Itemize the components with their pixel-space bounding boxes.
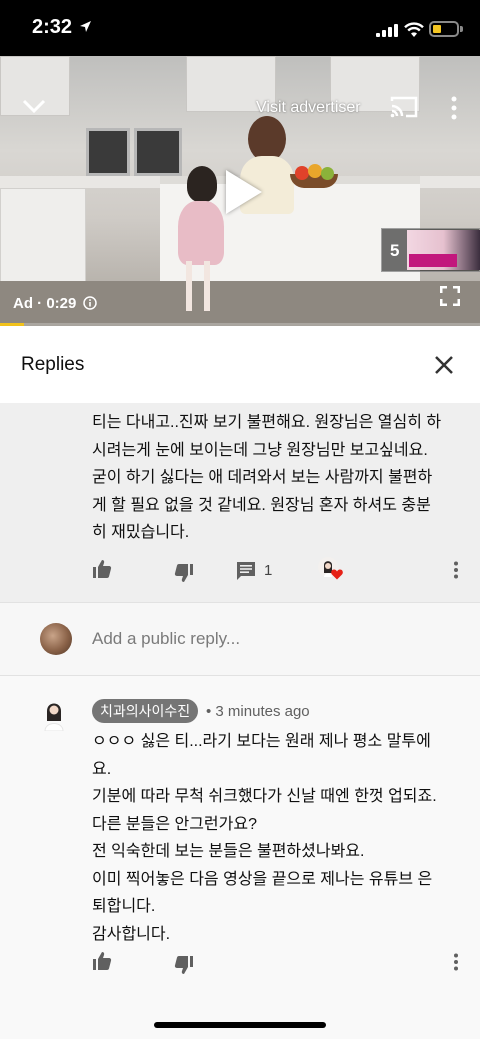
comment-line: 감사합니다. <box>92 925 171 943</box>
comment-line: 굳이 하기 싫다는 애 데려와서 보는 사람까지 불편하 <box>92 469 433 486</box>
status-bar: 2:32 <box>0 0 480 56</box>
author-chip[interactable]: 치과의사이수진 <box>92 699 199 723</box>
more-vert-icon[interactable] <box>450 96 458 120</box>
reply-actions <box>0 949 480 979</box>
fruit <box>295 166 309 180</box>
signal-icon <box>376 24 398 37</box>
girl-figure <box>187 166 217 202</box>
comment-line: 히 재밌습니다. <box>92 524 190 541</box>
fruit <box>308 164 322 178</box>
status-time: 2:32 <box>32 16 73 38</box>
fruit <box>321 167 334 180</box>
battery-icon <box>429 21 463 37</box>
girl-figure-legs <box>186 261 210 311</box>
replies-header: Replies <box>0 326 480 403</box>
reply-text: ㅇㅇㅇ 싫은 티...라기 보다는 원래 제나 평소 말투에 요. 기분에 따라… <box>92 728 462 948</box>
play-icon[interactable] <box>226 170 262 214</box>
comment-line: 퇴합니다. <box>92 898 156 915</box>
oven <box>86 128 130 176</box>
close-icon[interactable] <box>430 351 458 379</box>
more-vert-icon[interactable] <box>453 953 459 971</box>
reply-count: 1 <box>264 562 273 579</box>
visit-advertiser-link[interactable]: Visit advertiser <box>256 99 361 117</box>
comment-line: 시려는게 눈에 보이는데 그냥 원장님만 보고싶네요. <box>92 441 428 459</box>
reply-input[interactable]: Add a public reply... <box>92 629 240 649</box>
reply-comment: 치과의사이수진 • 3 minutes ago ㅇㅇㅇ 싫은 티...라기 보다… <box>0 677 480 997</box>
add-reply-row[interactable]: Add a public reply... <box>0 602 480 676</box>
avatar[interactable] <box>40 699 68 731</box>
girl-figure-body <box>178 201 224 265</box>
comment-line: 게 할 필요 없을 것 같네요. 원장님 혼자 하셔도 충분 <box>92 496 431 514</box>
thumb-down-icon[interactable] <box>174 563 194 583</box>
comment-line: 이미 찍어놓은 다음 영상을 끝으로 제나는 유튜브 은 <box>92 870 433 888</box>
video-player[interactable]: Visit advertiser 5 Ad · 0:29 <box>0 56 480 326</box>
more-vert-icon[interactable] <box>453 561 459 579</box>
thumb-down-icon[interactable] <box>174 955 194 975</box>
location-arrow-icon <box>80 21 91 32</box>
lower-cabinet <box>0 188 86 283</box>
home-indicator[interactable] <box>154 1022 326 1028</box>
cast-icon[interactable] <box>390 96 418 118</box>
thumb-up-icon[interactable] <box>92 951 112 971</box>
comment-line: 전 익숙한데 보는 분들은 불편하셨나봐요. <box>92 843 365 860</box>
creator-heart <box>318 557 343 581</box>
next-video-thumbnail <box>407 230 480 270</box>
info-icon[interactable] <box>83 296 97 310</box>
chevron-down-icon[interactable] <box>22 98 46 114</box>
comment-line: ㅇㅇㅇ 싫은 티...라기 보다는 원래 제나 평소 말투에 <box>92 733 431 750</box>
comment-actions: 1 <box>0 557 480 587</box>
ad-label: Ad · 0:29 <box>13 295 77 312</box>
comment-icon[interactable] <box>236 561 256 581</box>
replies-title: Replies <box>21 354 85 375</box>
reply-timestamp: • 3 minutes ago <box>206 703 310 720</box>
skip-countdown: 5 <box>390 241 400 260</box>
skip-ad-preview[interactable]: 5 <box>381 228 480 272</box>
comment-line: 기분에 따라 무척 쉬크했다가 신날 때엔 한껏 업되죠. <box>92 788 437 805</box>
parent-comment-text: 티는 다내고..진짜 보기 불편해요. 원장님은 열심히 하 시려는게 눈에 보… <box>92 409 462 547</box>
wifi-icon <box>404 22 424 37</box>
comment-line: 다른 분들은 안그런가요? <box>92 815 257 833</box>
comment-line: 티는 다내고..진짜 보기 불편해요. 원장님은 열심히 하 <box>92 414 442 431</box>
fullscreen-icon[interactable] <box>440 286 460 306</box>
parent-comment: 티는 다내고..진짜 보기 불편해요. 원장님은 열심히 하 시려는게 눈에 보… <box>0 403 480 602</box>
oven <box>134 128 182 176</box>
thumb-up-icon[interactable] <box>92 559 112 579</box>
comment-line: 요. <box>92 760 112 778</box>
heart-icon <box>331 569 343 580</box>
avatar <box>40 623 72 655</box>
